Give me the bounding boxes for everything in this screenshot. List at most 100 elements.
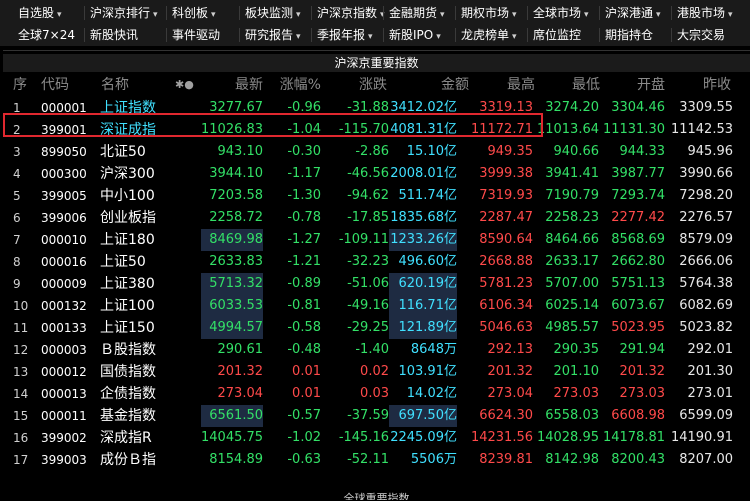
cell-open: 291.94 [619, 342, 666, 357]
table-row[interactable]: 9 000009 上证380 5713.32 -0.89 -51.06 620.19亿 578… [3, 273, 750, 295]
nav-item-row2-3[interactable]: 研究报告 ▾ [245, 24, 301, 46]
cell-seq: 17 [13, 453, 29, 467]
table-row[interactable]: 12 000003 Ｂ股指数 290.61 -0.48 -1.40 8648万 292.13 2… [3, 339, 750, 361]
cell-prev: 6082.69 [679, 298, 733, 313]
nav-item-row1-2[interactable]: 科创板 ▾ [172, 2, 216, 24]
cell-prev: 2276.57 [679, 210, 733, 225]
amount-unit: 亿 [443, 364, 457, 379]
col-dots[interactable]: ✱● [175, 74, 194, 96]
cell-prev: 7298.20 [679, 188, 733, 203]
col-chg[interactable]: 涨跌 [333, 74, 387, 96]
cell-open: 5751.13 [611, 276, 665, 291]
nav-item-row2-6[interactable]: 龙虎榜单 ▾ [461, 24, 517, 46]
col-latest[interactable]: 最新 [203, 74, 263, 96]
col-open[interactable]: 开盘 [613, 74, 665, 96]
amount-value: 3412.02 [390, 100, 444, 115]
col-pct[interactable]: 涨幅% [265, 74, 321, 96]
table-row[interactable]: 7 000010 上证180 8469.98 -1.27 -109.11 1233.26亿 8… [3, 229, 750, 251]
nav-item-row2-9[interactable]: 大宗交易 [677, 24, 725, 46]
col-seq[interactable]: 序 [13, 74, 27, 96]
nav-item-row1-8[interactable]: 沪深港通 ▾ [605, 2, 661, 24]
table-row[interactable]: 16 399002 深成指R 14045.75 -1.02 -145.16 2245.09亿… [3, 427, 750, 449]
col-amount[interactable]: 金额 [413, 74, 469, 96]
nav-item-row1-4[interactable]: 沪深京指数▾ [317, 2, 385, 24]
nav-item-row2-2[interactable]: 事件驱动 [172, 24, 220, 46]
cell-seq: 16 [13, 431, 29, 445]
cell-name: 企债指数 [100, 386, 156, 402]
cell-prev: 945.96 [687, 144, 734, 159]
cell-seq: 6 [13, 211, 21, 225]
cell-prev: 5023.82 [679, 320, 733, 335]
nav-item-label: 自选股 [18, 6, 55, 20]
table-row[interactable]: 6 399006 创业板指 2258.72 -0.78 -17.85 1835.68亿 228… [3, 207, 750, 229]
table-row[interactable]: 17 399003 成份Ｂ指 8154.89 -0.63 -52.11 5506万 8239.… [3, 449, 750, 471]
nav-item-label: 大宗交易 [677, 28, 726, 42]
cell-code: 399002 [41, 431, 87, 445]
nav-item-row2-7[interactable]: 席位监控 [533, 24, 581, 46]
table-row[interactable]: 3 899050 北证50 943.10 -0.30 -2.86 15.10亿 949.35 9… [3, 141, 750, 163]
cell-latest: 7203.58 [209, 188, 263, 203]
table-row[interactable]: 13 000012 国债指数 201.32 0.01 0.02 103.91亿 201.32 2… [3, 361, 750, 383]
amount-value: 15.10 [406, 144, 444, 159]
nav-separator [599, 28, 600, 42]
cell-code: 000013 [41, 387, 87, 401]
table-row[interactable]: 10 000132 上证100 6033.53 -0.81 -49.16 116.71亿 61… [3, 295, 750, 317]
nav-separator [455, 28, 456, 42]
nav-item-label: 金融期货 [389, 6, 438, 20]
chevron-down-icon: ▾ [512, 32, 517, 42]
cell-high: 292.13 [487, 342, 534, 357]
nav-item-row1-1[interactable]: 沪深京排行 ▾ [90, 2, 158, 24]
cell-seq: 8 [13, 255, 21, 269]
cell-open: 3987.77 [611, 166, 665, 181]
cell-chg: -29.25 [347, 320, 389, 335]
table-row[interactable]: 4 000300 沪深300 3944.10 -1.17 -46.56 2008.01亿 39… [3, 163, 750, 185]
col-name[interactable]: 名称 [101, 74, 129, 96]
table-row[interactable]: 5 399005 中小100 7203.58 -1.30 -94.62 511.74亿 731… [3, 185, 750, 207]
nav-item-row2-4[interactable]: 季报年报 ▾ [317, 24, 373, 46]
cell-open: 273.03 [619, 386, 666, 401]
nav-item-row1-5[interactable]: 金融期货 ▾ [389, 2, 445, 24]
table-row[interactable]: 1 000001 上证指数 3277.67 -0.96 -31.88 3412.02亿 331… [3, 97, 750, 119]
cell-seq: 3 [13, 145, 21, 159]
cell-latest: 8154.89 [209, 452, 263, 467]
nav-item-row2-8[interactable]: 期指持仓 [605, 24, 653, 46]
nav-item-row2-0[interactable]: 全球7×24 [18, 24, 75, 46]
cell-seq: 15 [13, 409, 29, 423]
nav-item-label: 沪深京指数 [317, 6, 378, 20]
col-high[interactable]: 最高 [483, 74, 535, 96]
col-code[interactable]: 代码 [41, 74, 69, 96]
nav-separator [311, 28, 312, 42]
nav-item-row2-1[interactable]: 新股快讯 [90, 24, 138, 46]
top-navigation: 自选股▾沪深京排行▾科创板▾板块监测▾沪深京指数▾金融期货▾期权市场▾全球市场▾… [0, 0, 750, 46]
cell-amount: 8648万 [389, 339, 457, 361]
col-prev[interactable]: 昨收 [679, 74, 731, 96]
nav-item-row1-9[interactable]: 港股市场 ▾ [677, 2, 733, 24]
cell-amount: 620.19亿 [389, 273, 457, 295]
nav-separator [311, 6, 312, 20]
cell-prev: 8207.00 [679, 452, 733, 467]
table-row[interactable]: 2 399001 深证成指 11026.83 -1.04 -115.70 4081.31亿 1… [3, 119, 750, 141]
cell-pct: 0.01 [292, 364, 321, 379]
table-row[interactable]: 15 000011 基金指数 6561.50 -0.57 -37.59 697.50亿 662… [3, 405, 750, 427]
cell-name: 上证180 [100, 232, 155, 248]
cell-prev: 3990.66 [679, 166, 733, 181]
cell-seq: 1 [13, 101, 21, 115]
cell-name: 上证指数 [100, 100, 156, 116]
nav-item-row1-3[interactable]: 板块监测 ▾ [245, 2, 301, 24]
cell-prev: 2666.06 [679, 254, 733, 269]
amount-unit: 亿 [443, 254, 457, 269]
table-row[interactable]: 14 000013 企债指数 273.04 0.01 0.03 14.02亿 273.04 27… [3, 383, 750, 405]
nav-item-row2-5[interactable]: 新股IPO ▾ [389, 24, 441, 46]
cell-chg: -31.88 [347, 100, 389, 115]
table-row[interactable]: 11 000133 上证150 4994.57 -0.58 -29.25 121.89亿 50… [3, 317, 750, 339]
cell-high: 2668.88 [479, 254, 533, 269]
amount-value: 620.19 [398, 276, 444, 291]
table-row[interactable]: 8 000016 上证50 2633.83 -1.21 -32.23 496.60亿 2668… [3, 251, 750, 273]
col-low[interactable]: 最低 [548, 74, 600, 96]
nav-item-row1-6[interactable]: 期权市场 ▾ [461, 2, 517, 24]
cell-amount: 15.10亿 [389, 141, 457, 163]
nav-item-row1-7[interactable]: 全球市场 ▾ [533, 2, 589, 24]
nav-item-row1-0[interactable]: 自选股 ▾ [18, 2, 62, 24]
cell-code: 399006 [41, 211, 87, 225]
nav-separator [166, 6, 167, 20]
